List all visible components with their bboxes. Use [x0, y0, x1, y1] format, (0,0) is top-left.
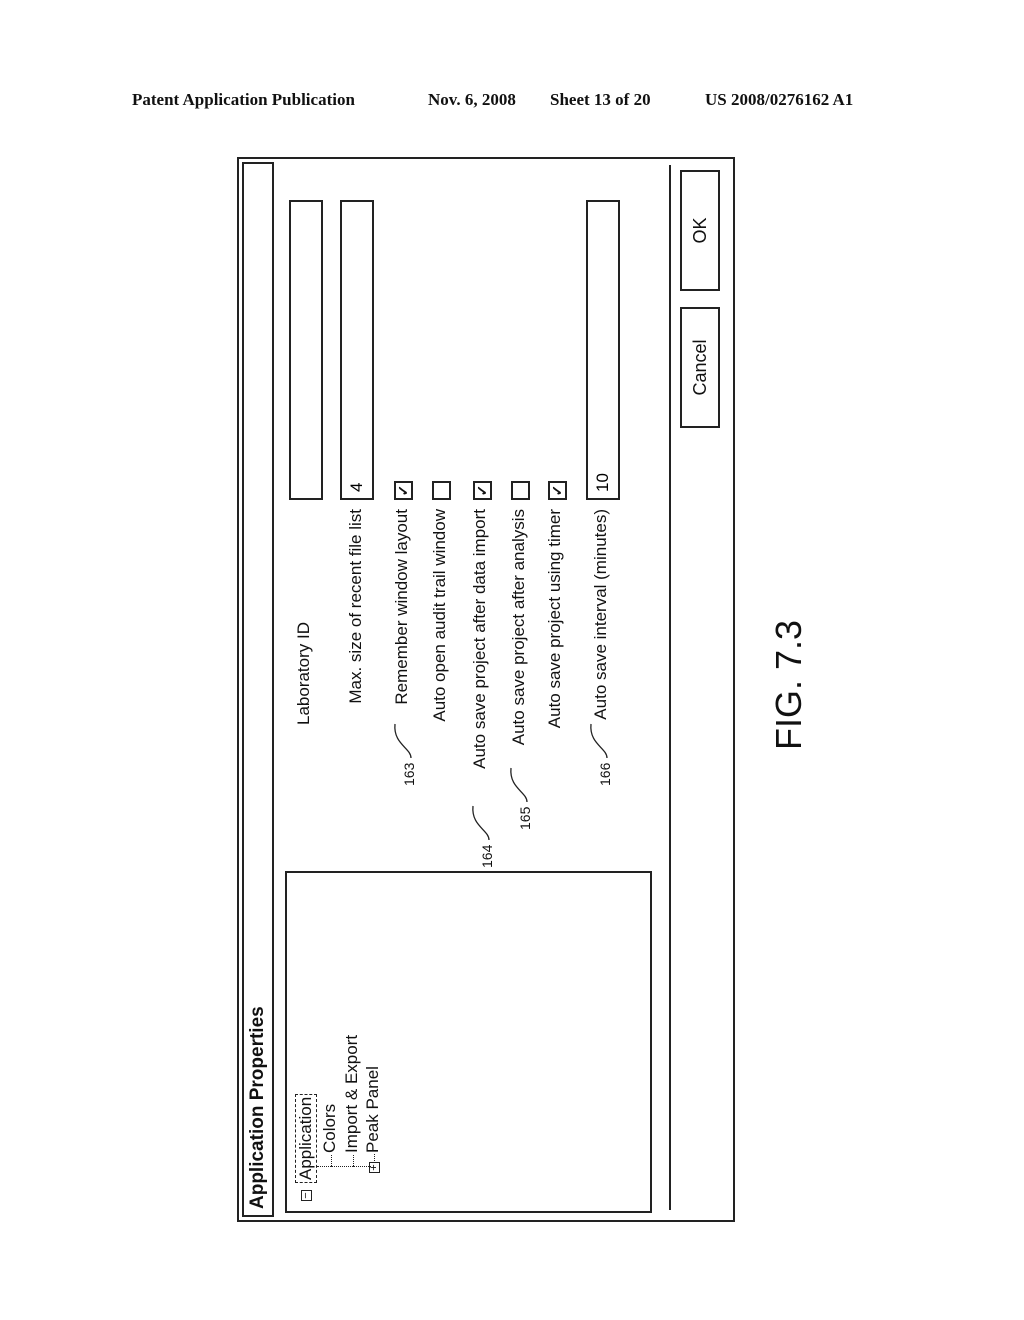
publication-date: Nov. 6, 2008 — [428, 90, 516, 109]
auto-save-analysis-label: Auto save project after analysis — [509, 509, 528, 746]
sheet-number: Sheet 13 of 20 — [550, 90, 651, 109]
auto-save-import-label: Auto save project after data import — [470, 509, 489, 769]
reference-numeral-163: 163 — [401, 762, 417, 786]
max-recent-input[interactable] — [340, 200, 374, 500]
laboratory-id-label: Laboratory ID — [294, 622, 313, 725]
dialog-title: Application Properties — [247, 1006, 268, 1209]
auto-save-import-checkbox[interactable]: ✓ — [473, 481, 492, 500]
max-recent-label: Max. size of recent file list — [346, 509, 365, 704]
patent-number: US 2008/0276162 A1 — [705, 90, 854, 109]
dialog-titlebar: Application Properties — [242, 162, 274, 1217]
expand-icon[interactable]: + — [368, 1162, 380, 1173]
tree-item-peak-panel[interactable]: Peak Panel — [363, 1066, 383, 1153]
auto-open-audit-checkbox[interactable] — [432, 481, 451, 500]
separator — [669, 165, 671, 1210]
ok-button[interactable]: OK — [680, 170, 720, 291]
tree-connector — [331, 1155, 332, 1167]
tree-item-import-export[interactable]: Import & Export — [342, 1035, 362, 1153]
auto-save-analysis-checkbox[interactable] — [511, 481, 530, 500]
collapse-icon[interactable]: − — [300, 1190, 312, 1201]
tree-item-colors[interactable]: Colors — [320, 1104, 340, 1153]
reference-numeral-166: 166 — [597, 762, 613, 786]
leader-line — [590, 723, 608, 758]
application-properties-dialog: Application Properties − Application Col… — [237, 157, 735, 1222]
auto-save-timer-label: Auto save project using timer — [545, 509, 564, 729]
settings-tree[interactable]: − Application Colors Import & Export + P… — [285, 871, 652, 1213]
tree-connector — [374, 1154, 375, 1161]
remember-layout-checkbox[interactable]: ✓ — [394, 481, 413, 500]
auto-save-timer-checkbox[interactable]: ✓ — [548, 481, 567, 500]
leader-line — [472, 805, 490, 840]
publication-title: Patent Application Publication — [132, 90, 355, 109]
tree-connector — [317, 1166, 371, 1167]
leader-line — [394, 723, 412, 758]
tree-connector — [353, 1155, 354, 1167]
laboratory-id-input[interactable] — [289, 200, 323, 500]
figure-label: FIG. 7.3 — [768, 619, 809, 750]
auto-save-interval-input[interactable] — [586, 200, 620, 500]
auto-open-audit-label: Auto open audit trail window — [430, 509, 449, 722]
remember-layout-label: Remember window layout — [392, 509, 411, 705]
cancel-button[interactable]: Cancel — [680, 307, 720, 428]
leader-line — [510, 767, 528, 802]
reference-numeral-165: 165 — [517, 806, 533, 830]
reference-numeral-164: 164 — [479, 844, 495, 868]
auto-save-interval-label: Auto save interval (minutes) — [591, 509, 610, 720]
tree-item-application[interactable]: Application — [295, 1093, 317, 1183]
